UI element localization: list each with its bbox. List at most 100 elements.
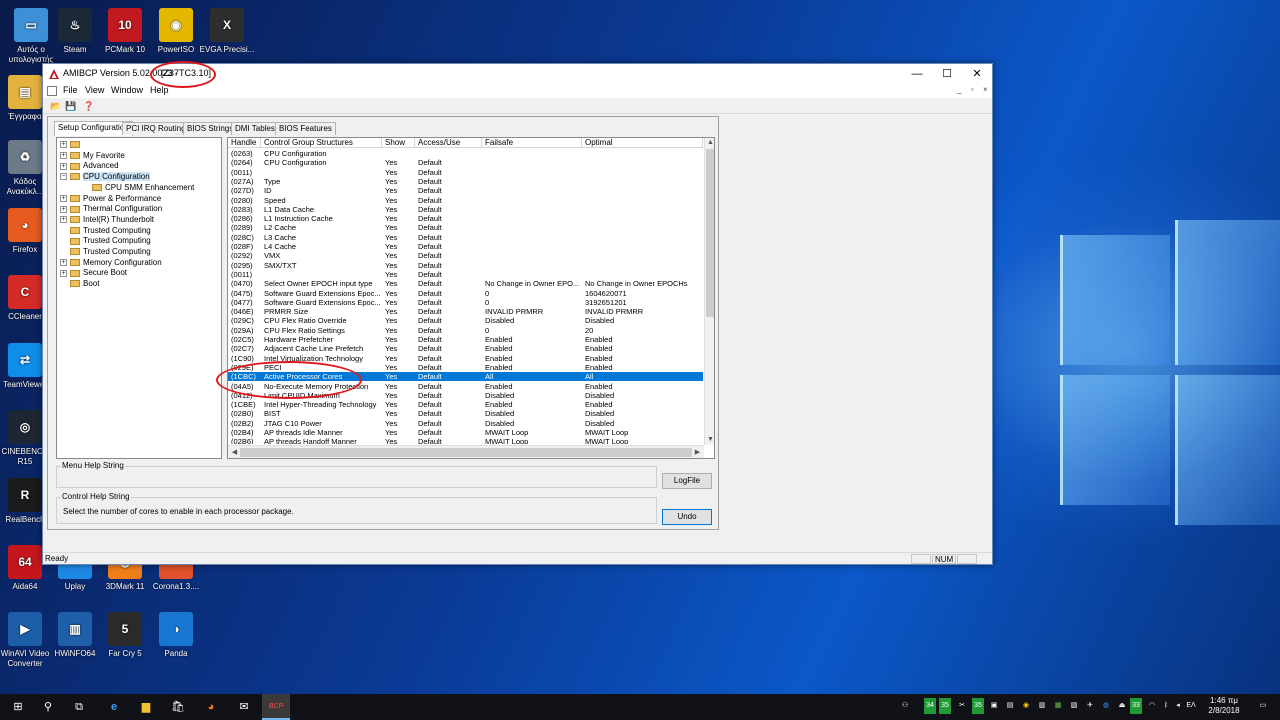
open-icon[interactable]: 📂 [50,100,62,112]
input-language-indicator[interactable]: EΛ [1184,698,1198,714]
tree-node[interactable]: + My Favorite [60,151,125,161]
expand-icon[interactable]: + [60,205,67,213]
action-center-icon[interactable]: ▭ [1256,698,1270,714]
temp-tray-3[interactable]: 35 [972,698,984,714]
expand-icon[interactable]: + [60,259,67,267]
tab-pci-irq-routing[interactable]: PCI IRQ Routing [122,122,190,135]
app-tray-icon-4[interactable]: ✈ [1084,698,1096,714]
tree-node[interactable]: Trusted Computing [60,226,151,236]
firefox-taskbar-icon[interactable]: ◕ [203,699,219,715]
table-row[interactable]: (02C5) Hardware Prefetcher Yes Default Enabl… [228,335,703,344]
app-tray-icon-3[interactable]: ▧ [1068,698,1080,714]
table-row[interactable]: (02B2) JTAG C10 Power Yes Default Disabled Di… [228,419,703,428]
table-row[interactable]: (1CBE) Intel Hyper-Threading Technology Ye… [228,400,703,409]
vertical-scroll-thumb[interactable] [706,149,714,317]
column-header-optimal[interactable]: Optimal [582,138,703,148]
expand-icon[interactable]: + [60,152,67,160]
table-row[interactable]: (046E) PRMRR Size Yes Default INVALID PRMRR I… [228,307,703,316]
expand-icon[interactable]: + [60,216,67,224]
app-tray-icon-5[interactable]: ◍ [1100,698,1112,714]
tree-node[interactable]: + Thermal Configuration [60,204,162,214]
table-row[interactable]: (02C7) Adjacent Cache Line Prefetch Yes Def… [228,344,703,353]
bluetooth-icon[interactable]: ᛒ [1160,698,1172,714]
table-row[interactable]: (028C) L3 Cache Yes Default [228,233,703,242]
desktop-icon-evga[interactable]: X EVGA Precisi... [198,8,256,55]
people-icon[interactable]: ⚇ [898,698,912,714]
maximize-button[interactable]: ☐ [932,64,962,84]
table-row[interactable]: (0470) Select Owner EPOCH input type Yes De… [228,279,703,288]
setup-tree[interactable]: + + My Favorite + Advanced − CPU Configuration… [56,137,222,459]
tree-node[interactable]: + [60,140,83,150]
temp-tray-2[interactable]: 35 [939,698,951,714]
scroll-right-icon[interactable]: ▶ [692,447,703,458]
table-row[interactable]: (0011) Yes Default [228,270,703,279]
amibcp-window[interactable]: AMIBCP Version 5.02.0023 - [Z37TC3.10] —… [42,63,993,565]
table-row[interactable]: (0283) L1 Data Cache Yes Default [228,205,703,214]
collapse-icon[interactable]: − [60,173,67,181]
desktop-icon-poweriso[interactable]: ◉ PowerISO [147,8,205,55]
desktop-icon-farcry[interactable]: 5 Far Cry 5 [96,612,154,659]
mdi-child-icon[interactable] [47,86,57,96]
app-tray-icon-2[interactable]: ▦ [1052,698,1064,714]
table-row[interactable]: (028F) L4 Cache Yes Default [228,242,703,251]
menu-file[interactable]: File [63,85,78,95]
undo-button[interactable]: Undo [662,509,712,525]
table-row[interactable]: (0263) CPU Configuration [228,149,703,158]
volume-icon[interactable]: ◂ [1172,698,1184,714]
file-explorer-icon[interactable]: ▆ [138,699,154,715]
control-grid[interactable]: Handle Control Group Structures Show Acc… [227,137,715,459]
taskbar-clock[interactable]: 1:46 πμ 2/8/2018 [1200,696,1248,716]
tree-node[interactable]: Trusted Computing [60,247,151,257]
desktop-icon-pcmark[interactable]: 10 PCMark 10 [96,8,154,55]
mdi-close-button[interactable]: × [983,85,988,94]
expand-icon[interactable]: + [60,162,67,170]
expand-icon[interactable]: + [60,269,67,277]
mail-icon[interactable]: ✉ [236,699,252,715]
gpu-tray-icon[interactable]: ▤ [1004,698,1016,714]
tree-node[interactable]: Boot [60,279,99,289]
close-button[interactable]: ✕ [962,64,992,84]
column-header-show[interactable]: Show [382,138,415,148]
table-row[interactable]: (0286) L1 Instruction Cache Yes Default [228,214,703,223]
task-view-icon[interactable]: ⧉ [71,699,87,715]
table-row[interactable]: (02B4) AP threads Idle Manner Yes Default MW… [228,428,703,437]
column-header-structures[interactable]: Control Group Structures [261,138,382,148]
column-header-failsafe[interactable]: Failsafe [482,138,582,148]
usb-tray-icon[interactable]: ⏏ [1116,698,1128,714]
menu-view[interactable]: View [85,85,104,95]
poweriso-tray-icon[interactable]: ◉ [1020,698,1032,714]
tree-node[interactable]: Trusted Computing [60,236,151,246]
tree-node[interactable]: + Advanced [60,161,119,171]
table-row[interactable]: (0477) Software Guard Extensions Epoc... Y… [228,298,703,307]
tree-node[interactable]: + Secure Boot [60,268,127,278]
table-row[interactable]: (0280) Speed Yes Default [228,196,703,205]
horizontal-scroll-thumb[interactable] [240,448,692,457]
minimize-button[interactable]: — [902,64,932,84]
tab-bios-strings[interactable]: BIOS Strings [183,122,238,135]
table-row[interactable]: (0011) Yes Default [228,168,703,177]
table-row[interactable]: (02B6) AP threads Handoff Manner Yes Defaul… [228,437,703,444]
mdi-restore-button[interactable]: ▫ [971,85,974,94]
tree-node[interactable]: CPU SMM Enhancement [82,183,194,193]
store-icon[interactable]: 🛍 [170,699,186,715]
table-row[interactable]: (0289) L2 Cache Yes Default [228,223,703,232]
app-tray-icon-1[interactable]: ▥ [1036,698,1048,714]
wifi-icon[interactable]: ◠ [1146,698,1158,714]
table-row[interactable]: (0264) CPU Configuration Yes Default [228,158,703,167]
logfile-button[interactable]: LogFile [662,473,712,489]
scroll-left-icon[interactable]: ◀ [229,447,240,458]
tab-dmi-tables[interactable]: DMI Tables [231,122,279,135]
tree-node[interactable]: + Memory Configuration [60,258,162,268]
table-row[interactable]: (029A) CPU Flex Ratio Settings Yes Default 0… [228,326,703,335]
desktop-icon-panda[interactable]: ◑ Panda [147,612,205,659]
scroll-up-icon[interactable]: ▲ [705,138,714,148]
expand-icon[interactable]: + [60,141,67,149]
tools-tray-icon[interactable]: ✂ [956,698,968,714]
tree-node[interactable]: − CPU Configuration [60,172,150,182]
help-icon[interactable]: ❓ [83,100,95,112]
tree-node[interactable]: + Intel(R) Thunderbolt [60,215,154,225]
tree-node[interactable]: + Power & Performance [60,194,161,204]
column-header-access[interactable]: Access/Use [415,138,482,148]
menu-window[interactable]: Window [111,85,143,95]
vertical-scrollbar[interactable]: ▲ ▼ [704,138,714,445]
